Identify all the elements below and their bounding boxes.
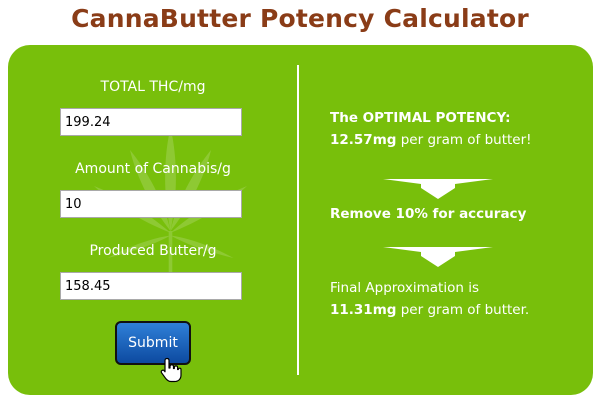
calculator-page: CannaButter Potency Calculator TOTAL THC… — [0, 0, 600, 405]
thc-label: TOTAL THC/mg — [100, 79, 206, 95]
adjust-note-text: Remove 10% for accuracy — [330, 206, 527, 222]
cannabis-input[interactable] — [60, 190, 242, 218]
hand-pointer-icon — [160, 357, 182, 383]
thc-input[interactable] — [60, 108, 242, 136]
calculator-panel: TOTAL THC/mg Amount of Cannabis/g Produc… — [8, 45, 593, 395]
adjust-note: Remove 10% for accuracy — [330, 203, 580, 225]
final-value: 11.31mg — [330, 302, 397, 318]
arrow-down-icon — [383, 247, 493, 267]
butter-label: Produced Butter/g — [89, 243, 217, 259]
final-approximation-result: Final Approximation is 11.31mg per gram … — [330, 277, 580, 321]
cannabis-label: Amount of Cannabis/g — [75, 161, 231, 177]
butter-input[interactable] — [60, 272, 242, 300]
optimal-suffix: per gram of butter! — [396, 132, 532, 148]
optimal-potency-result: The OPTIMAL POTENCY: 12.57mg per gram of… — [330, 107, 580, 151]
optimal-heading: The OPTIMAL POTENCY: — [330, 110, 511, 126]
final-heading: Final Approximation is — [330, 280, 479, 296]
page-title: CannaButter Potency Calculator — [71, 4, 529, 33]
optimal-value: 12.57mg — [330, 132, 397, 148]
panel-divider — [297, 65, 299, 375]
arrow-down-icon — [383, 179, 493, 199]
final-suffix: per gram of butter. — [396, 302, 530, 318]
